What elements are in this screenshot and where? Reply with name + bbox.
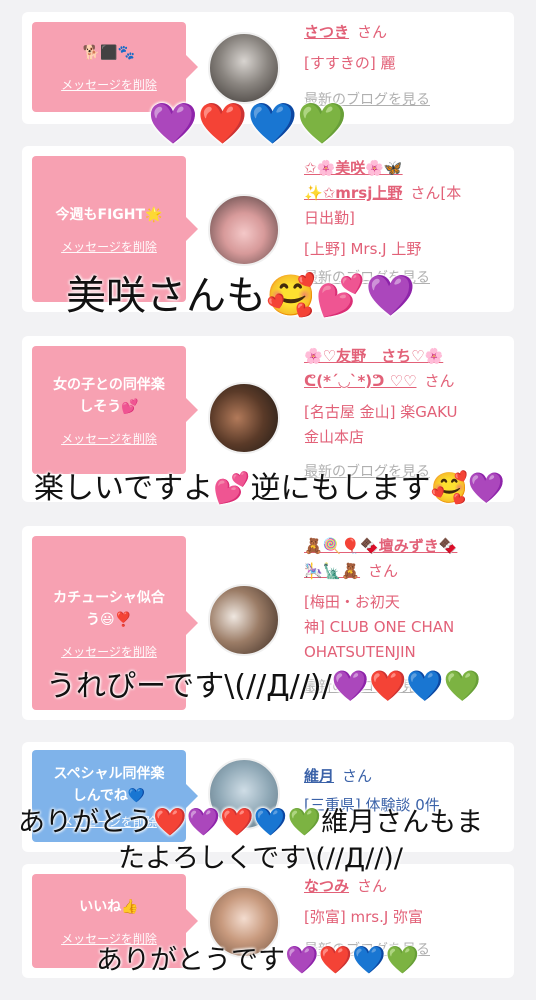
message-text-1: 女の子との同伴楽: [53, 376, 165, 393]
avatar[interactable]: [208, 584, 280, 656]
message-text-1: カチューシャ似合: [53, 589, 165, 606]
honorific: さん: [368, 562, 399, 580]
profile-info: 🌸♡友野 さち♡🌸 ᕦ(*´◡`*)ᕤ ♡♡ さん [名古屋 金山] 楽GAKU …: [304, 344, 508, 485]
honorific: さん: [424, 372, 455, 390]
shop-name-1: [梅田・お初天: [304, 593, 400, 611]
shop-name-3: OHATSUTENJIN: [304, 643, 416, 661]
reply-overlay-6: ありがとうです💜❤️💙💚: [96, 945, 420, 976]
honorific: さん: [357, 23, 388, 41]
message-bubble: 女の子との同伴楽 しそう💕 メッセージを削除: [32, 346, 198, 474]
message-text: 🐕⬛🐾: [82, 44, 136, 61]
honorific: さん: [342, 767, 373, 785]
message-text-1: スペシャル同伴楽: [53, 765, 165, 782]
message-text-2: しんでね💙: [72, 787, 146, 804]
reply-overlay-2: 美咲さんも🥰💕💜: [66, 273, 416, 319]
message-text: いいね👍: [79, 898, 139, 915]
profile-name-link[interactable]: さつき: [304, 23, 349, 41]
delete-message-link[interactable]: メッセージを削除: [61, 76, 157, 93]
profile-name-link[interactable]: ✩🌸美咲🌸🦋: [304, 159, 403, 177]
shop-name: [上野] Mrs.J 上野: [304, 240, 422, 258]
profile-name-link-2[interactable]: 🎠🗽🧸: [304, 562, 360, 580]
message-text-2: しそう💕: [79, 398, 139, 415]
message-bubble: 🐕⬛🐾 メッセージを削除: [32, 22, 198, 112]
reply-overlay-5b: たよろしくです\(//Д//)/: [118, 843, 403, 874]
delete-message-link[interactable]: メッセージを削除: [61, 238, 157, 255]
delete-message-link[interactable]: メッセージを削除: [61, 643, 157, 660]
shop-name-2: 神] CLUB ONE CHAN: [304, 618, 455, 636]
reply-overlay-3: 楽しいですよ💕逆にもします🥰💜: [34, 471, 506, 506]
profile-name-link[interactable]: 🧸🍭🎈🍫壇みずき🍫: [304, 537, 457, 555]
honorific: さん[本: [410, 184, 462, 202]
shop-name-2: 金山本店: [304, 428, 365, 446]
profile-name-link[interactable]: 🌸♡友野 さち♡🌸: [304, 347, 443, 365]
message-text-2: う😃❣️: [85, 611, 133, 628]
message-text: 今週もFIGHT🌟: [55, 206, 163, 223]
reply-overlay-4: うれぴーです\(//Д//)/💜❤️💙💚: [46, 669, 482, 704]
shop-name: [すすきの] 麗: [304, 54, 396, 72]
profile-info: ✩🌸美咲🌸🦋 ✨✩mrsj上野 さん[本 日出勤] [上野] Mrs.J 上野 最…: [304, 156, 508, 291]
shop-name: [弥富] mrs.J 弥富: [304, 908, 424, 926]
avatar[interactable]: [208, 32, 280, 104]
reply-overlay-5a: ありがとう❤️💜❤️💙💚維月さんもま: [18, 807, 484, 838]
profile-name-link-2[interactable]: ✨✩mrsj上野: [304, 184, 402, 202]
profile-name-link-2[interactable]: ᕦ(*´◡`*)ᕤ ♡♡: [304, 372, 417, 390]
avatar[interactable]: [208, 194, 280, 266]
reply-overlay-1: 💜❤️💙💚: [148, 101, 348, 147]
status-text: 日出勤]: [304, 209, 355, 227]
honorific: さん: [357, 877, 388, 895]
profile-name-link[interactable]: 維月: [304, 767, 334, 785]
profile-name-link[interactable]: なつみ: [304, 877, 349, 895]
shop-name-1: [名古屋 金山] 楽GAKU: [304, 403, 458, 421]
avatar[interactable]: [208, 382, 280, 454]
delete-message-link[interactable]: メッセージを削除: [61, 430, 157, 447]
